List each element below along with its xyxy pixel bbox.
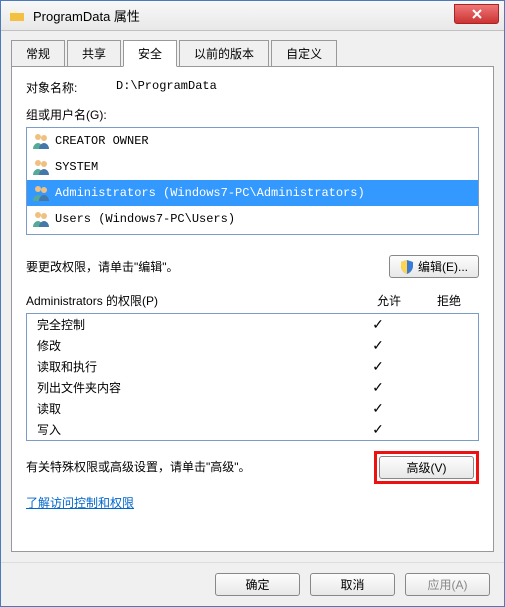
close-icon — [472, 9, 482, 19]
permissions-title: Administrators 的权限(P) — [26, 292, 359, 309]
titlebar: ProgramData 属性 — [1, 1, 504, 31]
group-name: Administrators (Windows7-PC\Administrato… — [55, 186, 365, 200]
edit-hint: 要更改权限，请单击"编辑"。 — [26, 258, 179, 275]
deny-column-header: 拒绝 — [419, 292, 479, 309]
object-name-label: 对象名称: — [26, 79, 116, 96]
allow-check-icon: ✓ — [348, 316, 408, 333]
advanced-hint: 有关特殊权限或高级设置，请单击"高级"。 — [26, 459, 374, 476]
advanced-row: 有关特殊权限或高级设置，请单击"高级"。 高级(V) — [26, 451, 479, 484]
groups-section: 组或用户名(G): CREATOR OWNER SYSTEM Administr… — [26, 106, 479, 235]
apply-button[interactable]: 应用(A) — [405, 573, 490, 596]
edit-button[interactable]: 编辑(E)... — [389, 255, 479, 278]
permission-name: 完全控制 — [37, 316, 348, 333]
allow-check-icon: ✓ — [348, 421, 408, 438]
user-icon — [31, 209, 51, 229]
permission-name: 读取和执行 — [37, 358, 348, 375]
object-name-row: 对象名称: D:\ProgramData — [26, 79, 479, 96]
group-name: SYSTEM — [55, 160, 98, 174]
cancel-button[interactable]: 取消 — [310, 573, 395, 596]
window-title: ProgramData 属性 — [33, 6, 140, 25]
permission-row: 读取 ✓ — [27, 398, 478, 419]
permission-row: 列出文件夹内容 ✓ — [27, 377, 478, 398]
groups-label: 组或用户名(G): — [26, 106, 479, 123]
tab-content-security: 对象名称: D:\ProgramData 组或用户名(G): CREATOR O… — [11, 66, 494, 552]
tab-security[interactable]: 安全 — [123, 40, 177, 67]
group-item[interactable]: SYSTEM — [27, 154, 478, 180]
ok-button[interactable]: 确定 — [215, 573, 300, 596]
permission-row: 修改 ✓ — [27, 335, 478, 356]
tab-sharing[interactable]: 共享 — [67, 40, 121, 67]
group-name: Users (Windows7-PC\Users) — [55, 212, 235, 226]
permission-name: 读取 — [37, 400, 348, 417]
permission-row: 写入 ✓ — [27, 419, 478, 440]
permission-name: 写入 — [37, 421, 348, 438]
user-icon — [31, 131, 51, 151]
permissions-listbox[interactable]: 完全控制 ✓ 修改 ✓ 读取和执行 ✓ 列出文件夹内容 ✓ 读取 ✓ — [26, 313, 479, 441]
permission-name: 修改 — [37, 337, 348, 354]
permission-row: 读取和执行 ✓ — [27, 356, 478, 377]
dialog-footer: 确定 取消 应用(A) — [1, 562, 504, 606]
learn-link[interactable]: 了解访问控制和权限 — [26, 494, 479, 511]
edit-row: 要更改权限，请单击"编辑"。 编辑(E)... — [26, 255, 479, 278]
group-item[interactable]: CREATOR OWNER — [27, 128, 478, 154]
allow-check-icon: ✓ — [348, 400, 408, 417]
advanced-button[interactable]: 高级(V) — [379, 456, 474, 479]
tab-customize[interactable]: 自定义 — [271, 40, 337, 67]
user-icon — [31, 183, 51, 203]
permissions-header: Administrators 的权限(P) 允许 拒绝 — [26, 292, 479, 309]
allow-check-icon: ✓ — [348, 358, 408, 375]
permission-row: 完全控制 ✓ — [27, 314, 478, 335]
highlight-box: 高级(V) — [374, 451, 479, 484]
user-icon — [31, 157, 51, 177]
folder-icon — [9, 8, 25, 24]
tab-previous-versions[interactable]: 以前的版本 — [179, 40, 269, 67]
properties-dialog: ProgramData 属性 常规 共享 安全 以前的版本 自定义 对象名称: … — [0, 0, 505, 607]
shield-icon — [400, 260, 414, 274]
close-button[interactable] — [454, 4, 499, 24]
group-item-selected[interactable]: Administrators (Windows7-PC\Administrato… — [27, 180, 478, 206]
tab-strip: 常规 共享 安全 以前的版本 自定义 — [1, 31, 504, 66]
groups-listbox[interactable]: CREATOR OWNER SYSTEM Administrators (Win… — [26, 127, 479, 235]
tab-general[interactable]: 常规 — [11, 40, 65, 67]
allow-column-header: 允许 — [359, 292, 419, 309]
allow-check-icon: ✓ — [348, 379, 408, 396]
edit-button-label: 编辑(E)... — [418, 258, 468, 275]
group-name: CREATOR OWNER — [55, 134, 149, 148]
object-name-value: D:\ProgramData — [116, 79, 217, 96]
group-item[interactable]: Users (Windows7-PC\Users) — [27, 206, 478, 232]
permission-name: 列出文件夹内容 — [37, 379, 348, 396]
advanced-button-label: 高级(V) — [407, 459, 447, 476]
allow-check-icon: ✓ — [348, 337, 408, 354]
